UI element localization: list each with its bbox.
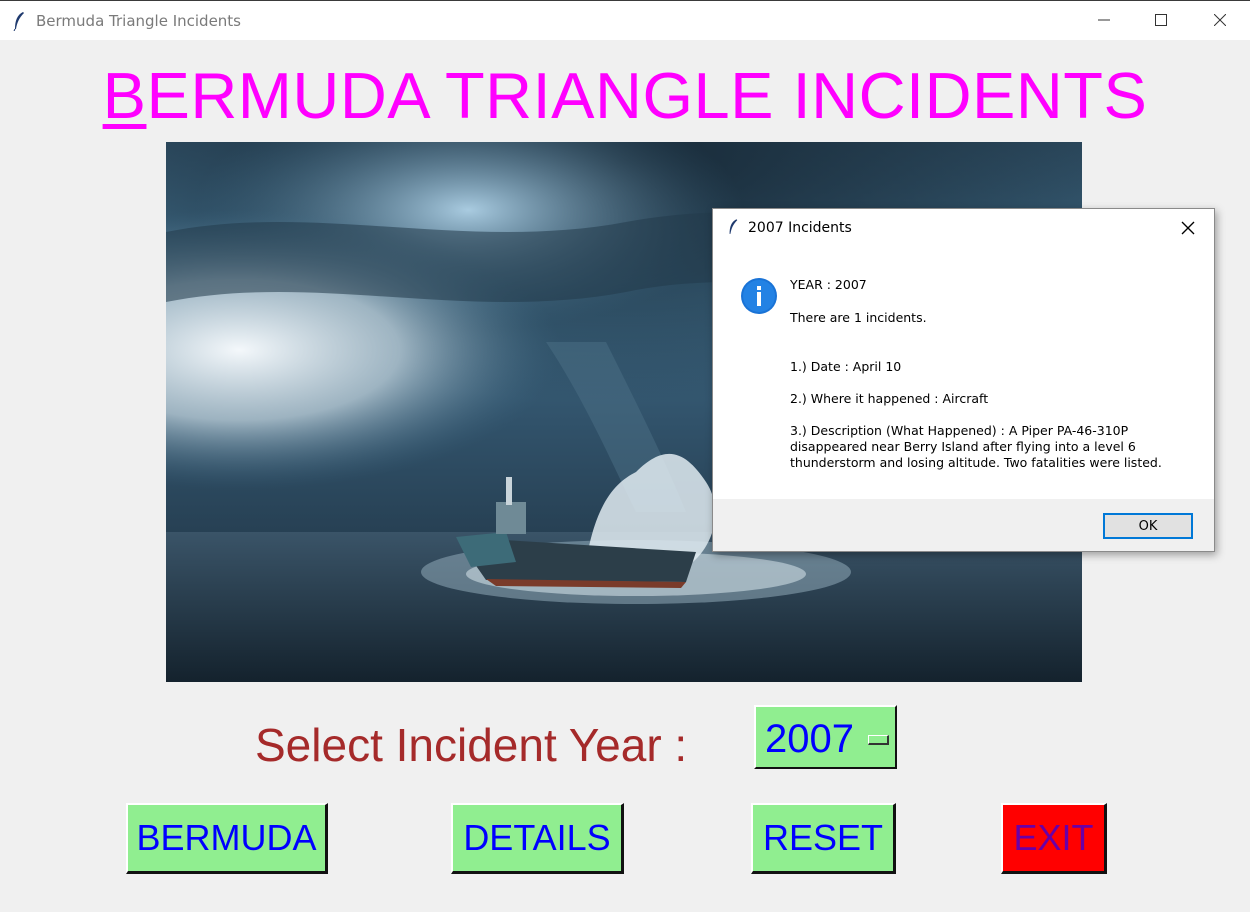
dialog-close-icon[interactable]	[1179, 219, 1197, 237]
maximize-button[interactable]	[1133, 1, 1191, 41]
year-option-menu[interactable]: 2007	[754, 705, 897, 769]
where-line: 2.) Where it happened : Aircraft	[790, 391, 989, 406]
description-line: 3.) Description (What Happened) : A Pipe…	[790, 423, 1162, 470]
dialog-footer: OK	[713, 499, 1214, 551]
year-line: YEAR : 2007	[790, 277, 867, 292]
ok-button[interactable]: OK	[1103, 513, 1193, 539]
title-rest: ERMUDA TRIANGLE INCIDENTS	[146, 59, 1148, 132]
selected-year: 2007	[765, 717, 854, 761]
info-icon	[741, 278, 777, 314]
window-title: Bermuda Triangle Incidents	[36, 12, 241, 30]
page-title: BERMUDA TRIANGLE INCIDENTS	[0, 58, 1250, 133]
count-line: There are 1 incidents.	[790, 310, 927, 325]
exit-button[interactable]: EXIT	[1001, 803, 1107, 874]
window-titlebar: Bermuda Triangle Incidents	[0, 0, 1250, 40]
tk-feather-icon	[13, 12, 24, 31]
bermuda-button[interactable]: BERMUDA	[126, 803, 328, 874]
minimize-icon	[1098, 19, 1110, 21]
dialog-title: 2007 Incidents	[748, 220, 852, 236]
tk-feather-icon	[729, 219, 738, 234]
reset-button[interactable]: RESET	[751, 803, 896, 874]
date-line: 1.) Date : April 10	[790, 359, 902, 374]
details-button[interactable]: DETAILS	[451, 803, 624, 874]
title-underlined-letter: B	[102, 59, 147, 132]
close-icon	[1214, 14, 1226, 26]
year-label: Select Incident Year :	[255, 719, 688, 771]
window-close-button[interactable]	[1192, 1, 1250, 41]
maximize-icon	[1155, 14, 1167, 26]
dialog-titlebar: 2007 Incidents	[713, 209, 1214, 247]
dialog-message: YEAR : 2007 There are 1 incidents. 1.) D…	[790, 277, 1195, 471]
incidents-dialog: 2007 Incidents YEAR : 2007 There are 1 i…	[712, 208, 1215, 552]
dropdown-indicator-icon	[868, 735, 889, 745]
minimize-button[interactable]	[1076, 1, 1134, 41]
